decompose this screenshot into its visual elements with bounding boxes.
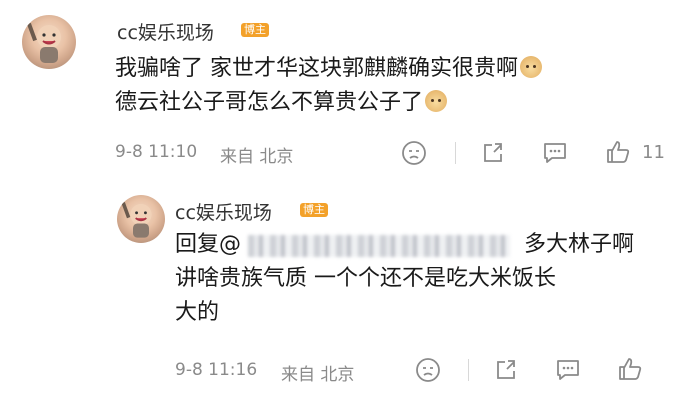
comment-timestamp: 9-8 11:10 [115,142,198,162]
comment-icon[interactable] [555,358,581,382]
divider [455,142,457,164]
comment-text: 德云社公子哥怎么不算贵公子了 [115,90,424,115]
share-icon[interactable] [480,140,506,166]
avatar-image [121,201,152,238]
redacted-mention [248,235,510,257]
blogger-badge: 博主 [241,23,269,37]
share-icon[interactable] [493,357,519,383]
reply-username[interactable]: cc娱乐现场 [175,198,272,225]
like-icon[interactable] [605,139,631,165]
comment-username[interactable]: cc娱乐现场 [117,18,214,45]
comment-text-line-1: 我骗啥了 家世才华这块郭麒麟确实很贵啊 [115,52,542,86]
reply-prefix: 回复@ [175,232,242,257]
divider [468,359,470,381]
comment-location: 来自 北京 [220,147,294,167]
reply-location: 来自 北京 [281,365,355,385]
comment-icon[interactable] [542,141,568,165]
doge-emoji-icon [425,90,448,112]
comment-text-line-2: 德云社公子哥怎么不算贵公子了 [115,86,448,120]
like-icon[interactable] [617,356,643,382]
comment-text: 我骗啥了 家世才华这块郭麒麟确实很贵啊 [115,56,518,81]
dislike-icon[interactable] [401,140,427,166]
reply-text-line-3: 大的 [175,300,220,325]
avatar-image [27,22,61,63]
reply-avatar[interactable] [117,195,165,243]
doge-emoji-icon [520,56,542,78]
reply-text-line-1: 回复@ [175,228,241,262]
reply-text-line-2: 讲啥贵族气质 一个个还不是吃大米饭长 [175,266,556,291]
avatar[interactable] [22,15,76,69]
reply-timestamp: 9-8 11:16 [175,360,258,380]
blogger-badge: 博主 [300,203,328,217]
like-count: 11 [642,142,665,163]
reply-text-suffix: 多大林子啊 [524,232,635,257]
dislike-icon[interactable] [415,357,441,383]
